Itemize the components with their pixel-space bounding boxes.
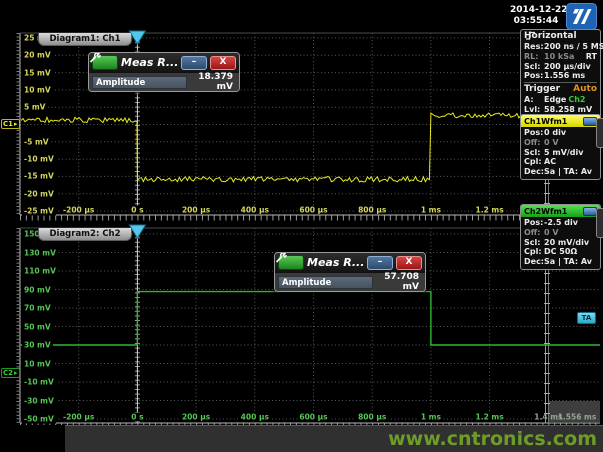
trigger-mode-badge: Auto	[573, 84, 597, 95]
y-axis-label: 110 mV	[22, 267, 58, 276]
panel-row: Dec:Sa | TA: Av	[524, 167, 597, 177]
panel-row: Dec:Sa | TA: Av	[524, 257, 597, 267]
side-tab-ch1[interactable]	[596, 118, 603, 148]
wrench-icon	[275, 253, 287, 263]
meas-result-1-titlebar[interactable]: Meas R...1 – X	[89, 53, 239, 72]
x-axis-label: 1 ms	[419, 413, 443, 422]
bottom-left-corner	[0, 425, 65, 452]
y-axis-label: -30 mV	[22, 396, 56, 405]
panel-row: RL:10 kSaRT	[524, 52, 597, 62]
x-axis-label: 600 µs	[297, 413, 329, 422]
y-axis-label: -15 mV	[22, 172, 56, 181]
y-axis-label: -20 mV	[22, 189, 56, 198]
x-axis-label: 1.2 ms	[474, 206, 506, 215]
minimized-dialog-icon[interactable]	[583, 117, 597, 126]
ch2wfm1-rows: Pos:-2.5 divOff:0 VScl:20 mV/divCpl:DC 5…	[521, 217, 600, 269]
minimized-dialog-icon[interactable]	[583, 207, 597, 216]
trigger-title-row: Trigger Auto	[524, 82, 597, 95]
trigger-source-ch2: Ch2	[568, 95, 585, 105]
x-axis-label: 400 µs	[239, 206, 271, 215]
x-axis-label: 400 µs	[239, 413, 271, 422]
y-axis-label: 30 mV	[22, 341, 53, 350]
minimize-button[interactable]: –	[367, 256, 393, 270]
y-axis-label: -10 mV	[22, 378, 56, 387]
y-axis-label: 15 mV	[22, 68, 53, 77]
x-axis-label: -200 µs	[61, 206, 96, 215]
panel-row: Pos:-2.5 div	[524, 218, 597, 228]
y-axis-label: 5 mV	[22, 103, 47, 112]
panel-row: Off:0 V	[524, 228, 597, 238]
x-axis-label: 200 µs	[180, 206, 212, 215]
panel-row: Cpl:DC 50Ω	[524, 247, 597, 257]
horizontal-rows: Res:200 ns / 5 MSa/sRL:10 kSaRTScl:200 µ…	[524, 42, 597, 81]
x-axis-label: 1 ms	[419, 206, 443, 215]
close-button[interactable]: X	[396, 256, 422, 270]
y-axis-label: 50 mV	[22, 322, 53, 331]
meas-window-title: Meas R...1	[121, 56, 178, 69]
ch2wfm1-panel[interactable]: Ch2Wfm1 Pos:-2.5 divOff:0 VScl:20 mV/div…	[520, 204, 601, 270]
meas-result-2-titlebar[interactable]: Meas R...2 – X	[275, 253, 425, 272]
ch2wfm1-header[interactable]: Ch2Wfm1	[521, 205, 600, 217]
x-axis-label: -200 µs	[61, 413, 96, 422]
time-text: 03:55:44	[510, 16, 562, 27]
wrench-icon	[89, 53, 101, 63]
trigger-level-marker[interactable]: TA	[577, 312, 596, 324]
meas-result-2-window[interactable]: Meas R...2 – X Amplitude 57.708 mV	[274, 252, 426, 292]
meas-result-1-body: Amplitude 18.379 mV	[89, 72, 239, 91]
y-axis-label: 10 mV	[22, 359, 53, 368]
horizontal-trigger-panel[interactable]: Horizontal Res:200 ns / 5 MSa/sRL:10 kSa…	[520, 29, 601, 118]
y-axis-label: 70 mV	[22, 304, 53, 313]
x-axis-label: 800 µs	[356, 413, 388, 422]
panel-row: Res:200 ns / 5 MSa/s	[524, 42, 597, 52]
tab-diagram2-ch2[interactable]: Diagram2: Ch2	[38, 228, 132, 241]
measurement-settings-button[interactable]	[278, 255, 304, 270]
y-axis-label: -50 mV	[22, 415, 56, 424]
y-axis-label: -5 mV	[22, 137, 51, 146]
meas-param-label: Amplitude	[278, 276, 373, 289]
meas-param-label: Amplitude	[92, 76, 187, 89]
x-axis-label: 600 µs	[297, 206, 329, 215]
y-axis-label: 10 mV	[22, 85, 53, 94]
oscilloscope-screen: 25 mV20 mV15 mV10 mV5 mV-5 mV-10 mV-15 m…	[0, 0, 603, 452]
x-axis-label: 0 s	[129, 413, 145, 422]
ch1wfm1-header[interactable]: Ch1Wfm1	[521, 115, 600, 127]
ch2-level-marker[interactable]: C2	[1, 368, 20, 378]
panel-row: Scl:20 mV/div	[524, 238, 597, 248]
panel-row: Cpl:AC	[524, 157, 597, 167]
meas-value: 18.379 mV	[191, 72, 236, 92]
edge-trigger-icon	[525, 31, 536, 40]
x-axis-label: 200 µs	[180, 413, 212, 422]
panel-row: Scl:200 µs/div	[524, 62, 597, 72]
panel-row: Scl:5 mV/div	[524, 148, 597, 158]
datetime-display: 2014-12-22 03:55:44	[510, 5, 562, 27]
bottom-bar: www.cntronics.com	[0, 425, 603, 452]
ch1wfm1-panel[interactable]: Ch1Wfm1 Pos:0 divOff:0 VScl:5 mV/divCpl:…	[520, 114, 601, 180]
watermark-text: www.cntronics.com	[388, 428, 597, 450]
y-axis-label: 20 mV	[22, 51, 53, 60]
trigger-source-row: A: Edge Ch2	[524, 95, 597, 105]
close-button[interactable]: X	[210, 56, 236, 70]
y-axis-label: 90 mV	[22, 285, 53, 294]
x-axis-label: 800 µs	[356, 206, 388, 215]
meas-result-2-body: Amplitude 57.708 mV	[275, 272, 425, 291]
y-axis-label: -25 mV	[22, 207, 56, 216]
ch1-level-marker[interactable]: C1	[1, 119, 20, 129]
measurement-settings-button[interactable]	[92, 55, 118, 70]
meas-window-title: Meas R...2	[307, 256, 364, 269]
y-axis-label: -10 mV	[22, 155, 56, 164]
panel-row: Pos:0 div	[524, 128, 597, 138]
ch1wfm1-rows: Pos:0 divOff:0 VScl:5 mV/divCpl:ACDec:Sa…	[521, 127, 600, 179]
side-tab-ch2[interactable]	[596, 208, 603, 238]
meas-result-1-window[interactable]: Meas R...1 – X Amplitude 18.379 mV	[88, 52, 240, 92]
panel-row: Off:0 V	[524, 138, 597, 148]
x-axis-label: 0 s	[129, 206, 145, 215]
meas-value: 57.708 mV	[377, 272, 422, 292]
x-axis-label: 1.2 ms	[474, 413, 506, 422]
date-text: 2014-12-22	[510, 5, 562, 16]
x-axis-label: 1.556 ms	[556, 413, 599, 422]
panel-row: Pos:1.556 ms	[524, 71, 597, 81]
tab-diagram1-ch1[interactable]: Diagram1: Ch1	[38, 33, 132, 46]
y-axis-label: 130 mV	[22, 248, 58, 257]
minimize-button[interactable]: –	[181, 56, 207, 70]
